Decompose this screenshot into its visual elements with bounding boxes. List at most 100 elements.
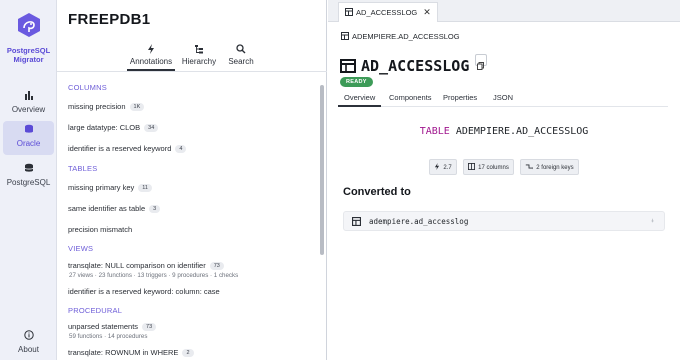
count-badge: 11 [138, 184, 152, 192]
section-procedural: PROCEDURAL [68, 306, 123, 315]
tab-label: Hierarchy [181, 57, 217, 66]
scrollbar[interactable] [319, 73, 325, 360]
page-title: AD_ACCESSLOG [340, 54, 488, 75]
count-badge: 73 [142, 323, 157, 331]
app-rail: PostgreSQL Migrator Overview Oracle Post… [0, 0, 57, 360]
tab-label: Search [228, 57, 254, 66]
pin-icon[interactable]: ⍖ [650, 216, 655, 226]
issue-label: unparsed statements [68, 322, 139, 331]
issue-label: transqlate: ROWNUM in WHERE [68, 348, 179, 357]
brand-line-2: Migrator [13, 55, 44, 64]
converted-heading: Converted to [343, 186, 411, 198]
page-title-text: AD_ACCESSLOG [361, 57, 470, 75]
issue-unparsed[interactable]: unparsed statements 73 [68, 322, 157, 331]
issue-missing-primary-key[interactable]: missing primary key 11 [68, 183, 152, 192]
section-tables: TABLES [68, 164, 98, 173]
issue-label: transqlate: NULL comparison on identifie… [68, 261, 206, 270]
issue-same-identifier[interactable]: same identifier as table 3 [68, 204, 161, 213]
issue-missing-precision[interactable]: missing precision 1K [68, 102, 145, 111]
issue-precision-mismatch[interactable]: precision mismatch [68, 225, 132, 234]
foreign-keys-chip: 2 foreign keys [520, 159, 579, 175]
count-badge: 1K [129, 103, 145, 111]
issue-rownum[interactable]: transqlate: ROWNUM in WHERE 2 [68, 348, 194, 357]
table-icon [340, 59, 356, 73]
foreign-keys-count: 2 foreign keys [536, 165, 574, 171]
table-icon [352, 217, 361, 226]
issue-label: same identifier as table [68, 204, 146, 213]
panel-tabs: Annotations Hierarchy Search [57, 42, 327, 72]
issue-large-datatype[interactable]: large datatype: CLOB 34 [68, 123, 159, 132]
rail-item-oracle[interactable]: Oracle [3, 121, 54, 155]
rail-item-label: PostgreSQL [6, 178, 51, 187]
info-icon [3, 330, 54, 344]
section-columns: COLUMNS [68, 83, 107, 92]
tab-annotations[interactable]: Annotations [127, 42, 175, 71]
section-views: VIEWS [68, 244, 94, 253]
status-badge: READY [340, 77, 373, 87]
tab-overview[interactable]: Overview [338, 93, 382, 107]
issue-label: identifier is a reserved keyword: column… [68, 287, 220, 296]
search-icon [223, 44, 259, 57]
rail-item-label: About [18, 345, 39, 354]
close-icon[interactable]: ✕ [423, 3, 431, 21]
detail-panel: AD_ACCESSLOG ✕ ADEMPIERE.AD_ACCESSLOG AD_… [328, 0, 680, 360]
rail-item-label: Overview [11, 105, 46, 114]
tab-label: Annotations [129, 57, 173, 66]
issue-meta: 27 views · 23 functions · 13 triggers · … [69, 272, 239, 279]
count-badge: 3 [149, 205, 161, 213]
count-badge: 4 [175, 145, 187, 153]
columns-icon [468, 163, 476, 170]
database-icon [3, 124, 54, 138]
issue-label: missing primary key [68, 183, 135, 192]
count-badge: 73 [209, 262, 224, 270]
converted-target-name: adempiere.ad_accesslog [369, 217, 469, 226]
breadcrumb-text: ADEMPIERE.AD_ACCESSLOG [352, 32, 460, 41]
detail-tabs: Overview Components Properties JSON [338, 92, 668, 107]
columns-count: 17 columns [478, 165, 509, 171]
tab-search[interactable]: Search [223, 42, 259, 71]
issue-list: COLUMNS missing precision 1K large dataty… [57, 73, 319, 360]
columns-chip: 17 columns [463, 159, 514, 175]
link-arrow-icon [526, 164, 534, 170]
rail-item-postgresql[interactable]: PostgreSQL [3, 160, 54, 194]
issue-transqlate-null[interactable]: transqlate: NULL comparison on identifie… [68, 261, 224, 270]
hierarchy-icon [179, 44, 219, 57]
table-icon [341, 32, 349, 40]
brand-line-1: PostgreSQL [6, 46, 51, 55]
issue-meta: 59 functions · 14 procedures [69, 333, 148, 340]
open-tab-label: AD_ACCESSLOG [356, 8, 418, 17]
tab-hierarchy[interactable]: Hierarchy [179, 42, 219, 71]
brand[interactable]: PostgreSQL Migrator [0, 12, 57, 64]
breadcrumb: ADEMPIERE.AD_ACCESSLOG [341, 32, 460, 41]
issue-reserved-column-case[interactable]: identifier is a reserved keyword: column… [68, 287, 220, 296]
scrollbar-thumb[interactable] [320, 85, 324, 255]
converted-target-row[interactable]: adempiere.ad_accesslog ⍖ [343, 211, 665, 231]
open-tabs-bar: AD_ACCESSLOG ✕ [328, 0, 680, 22]
sql-keyword: TABLE [419, 126, 450, 137]
lightning-icon [127, 44, 175, 57]
sql-object-name: ADEMPIERE.AD_ACCESSLOG [455, 126, 589, 137]
lightning-icon [435, 163, 440, 170]
issue-label: precision mismatch [68, 225, 133, 234]
copy-icon[interactable] [475, 54, 488, 70]
tab-properties[interactable]: Properties [443, 93, 477, 107]
rail-item-overview[interactable]: Overview [3, 87, 54, 121]
database-title: FREEPDB1 [68, 11, 151, 28]
tab-components[interactable]: Components [389, 93, 432, 107]
count-badge: 34 [144, 124, 159, 132]
issue-label: missing precision [68, 102, 126, 111]
issue-label: large datatype: CLOB [68, 123, 141, 132]
count-badge: 2 [182, 349, 194, 357]
tab-json[interactable]: JSON [493, 93, 513, 107]
annotations-panel: FREEPDB1 Annotations Hierarchy Search CO… [57, 0, 327, 360]
score-chip: 2.7 [429, 159, 457, 175]
score-value: 2.7 [443, 165, 452, 171]
bar-chart-icon [3, 90, 54, 104]
sql-title: TABLE ADEMPIERE.AD_ACCESSLOG [328, 126, 680, 137]
open-tab-ad-accesslog[interactable]: AD_ACCESSLOG ✕ [338, 2, 438, 22]
rail-item-about[interactable]: About [3, 327, 54, 360]
rail-item-label: Oracle [16, 139, 41, 148]
elephant-logo-icon [17, 13, 40, 37]
table-icon [345, 8, 353, 16]
issue-reserved-identifier[interactable]: identifier is a reserved keyword 4 [68, 144, 187, 153]
